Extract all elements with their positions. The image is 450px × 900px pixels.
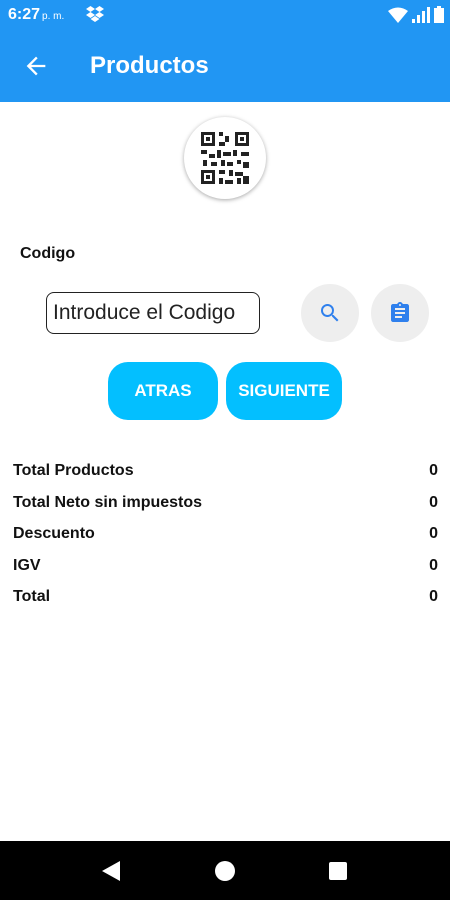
clipboard-button[interactable]: [371, 284, 429, 342]
nav-recents-icon[interactable]: [327, 859, 349, 883]
summary-row-total-neto: Total Neto sin impuestos 0: [13, 494, 438, 526]
next-button[interactable]: SIGUIENTE: [226, 362, 342, 420]
summary-row-igv: IGV 0: [13, 557, 438, 589]
back-button[interactable]: ATRAS: [108, 362, 218, 420]
qr-code-icon: [201, 132, 249, 184]
summary-value: 0: [429, 556, 438, 574]
summary-row-total-productos: Total Productos 0: [13, 462, 438, 494]
status-time-value: 6:27: [8, 6, 41, 23]
summary-value: 0: [429, 493, 438, 511]
search-icon: [321, 304, 339, 322]
nav-back-icon[interactable]: [100, 859, 122, 883]
summary-label: Total Productos: [13, 462, 134, 479]
dropbox-icon: [86, 6, 104, 22]
summary-label: IGV: [13, 556, 41, 574]
summary-value: 0: [429, 588, 438, 605]
summary-row-descuento: Descuento 0: [13, 525, 438, 557]
wifi-icon: [388, 7, 408, 23]
summary-list: Total Productos 0 Total Neto sin impuest…: [13, 462, 438, 620]
page-title: Productos: [90, 52, 209, 79]
signal-icon: [412, 6, 430, 23]
summary-label: Total: [13, 588, 51, 605]
status-time: 6:27 p. m.: [8, 6, 64, 24]
summary-row-total: Total 0: [13, 588, 438, 620]
status-time-ampm: p. m.: [42, 11, 65, 22]
arrow-back-icon[interactable]: [22, 52, 50, 80]
status-bar: 6:27 p. m.: [0, 0, 450, 30]
summary-value: 0: [429, 525, 438, 542]
clipboard-icon: [391, 302, 409, 322]
nav-home-icon[interactable]: [214, 859, 236, 883]
qr-code-button[interactable]: [184, 117, 266, 199]
summary-value: 0: [429, 462, 438, 479]
code-label: Codigo: [20, 245, 76, 262]
app-bar: Productos: [0, 30, 450, 102]
search-button[interactable]: [301, 284, 359, 342]
summary-label: Total Neto sin impuestos: [13, 493, 203, 511]
code-input[interactable]: [46, 292, 260, 334]
battery-icon: [434, 6, 444, 23]
system-nav-bar: [0, 841, 450, 900]
summary-label: Descuento: [13, 525, 95, 542]
